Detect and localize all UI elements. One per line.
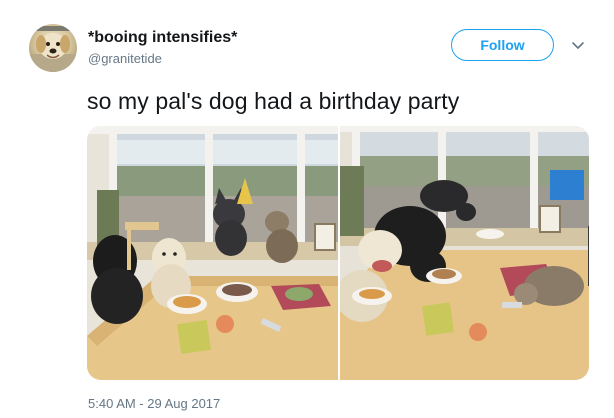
dog-avatar-icon: [29, 26, 77, 72]
chevron-down-icon[interactable]: [571, 40, 585, 52]
avatar[interactable]: [29, 24, 77, 72]
user-handle[interactable]: @granitetide: [88, 51, 162, 66]
photo-image: [87, 126, 338, 380]
tweet-timestamp[interactable]: 5:40 AM - 29 Aug 2017: [88, 396, 220, 411]
display-name[interactable]: *booing intensifies*: [88, 29, 237, 47]
follow-button[interactable]: Follow: [451, 29, 554, 61]
photo-image: [340, 126, 589, 380]
tweet-media[interactable]: [87, 126, 589, 380]
tweet-card: *booing intensifies* @granitetide Follow…: [0, 0, 614, 418]
photo-dogs-cat-birthday-table[interactable]: [87, 126, 338, 380]
tweet-text: so my pal's dog had a birthday party: [87, 88, 460, 114]
photo-dogs-eating[interactable]: [340, 126, 589, 380]
